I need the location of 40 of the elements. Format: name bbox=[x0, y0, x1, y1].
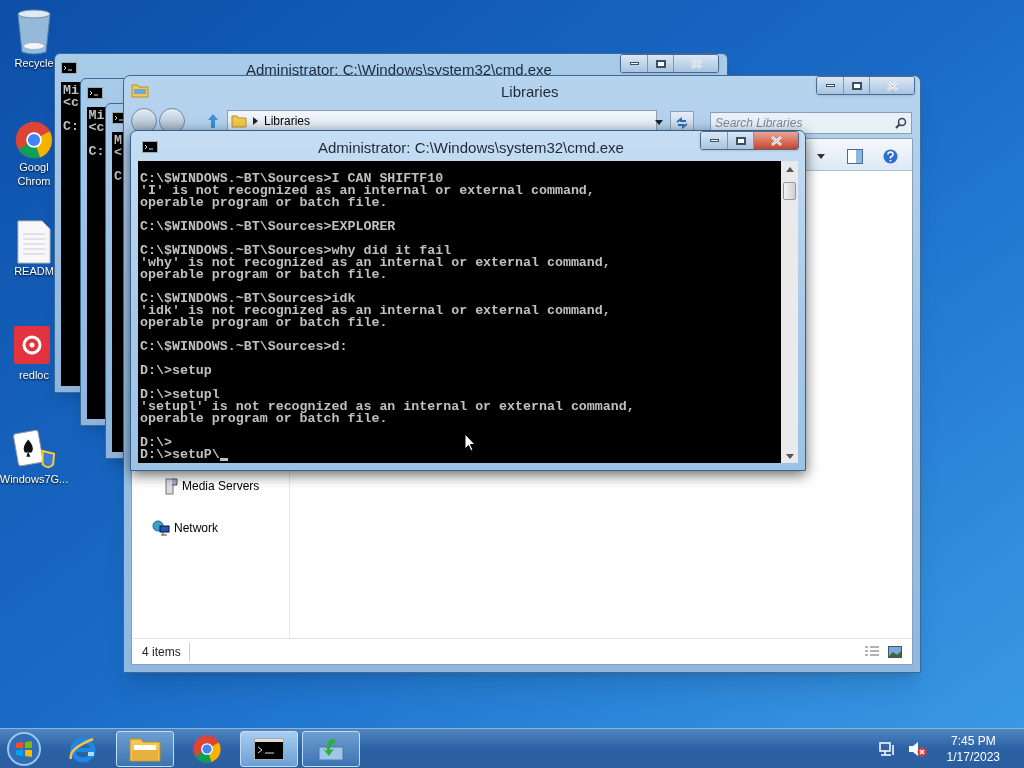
address-text: Libraries bbox=[264, 113, 311, 130]
console-line: C:\$WINDOWS.~BT\Sources>I CAN SHIFTF10 bbox=[140, 173, 444, 185]
console-line: Mi bbox=[88, 110, 105, 122]
window-title: Administrator: C:\Windows\system32\cmd.exe bbox=[246, 60, 552, 80]
navigation-item[interactable]: Network bbox=[174, 519, 218, 537]
console-line: Mi bbox=[63, 85, 79, 97]
console-line: C: bbox=[88, 146, 105, 158]
console-line: D:\> bbox=[140, 437, 172, 449]
console-line: C:\$WINDOWS.~BT\Sources>idk bbox=[140, 293, 356, 305]
console-line: < bbox=[114, 147, 122, 159]
console-line: C:\$WINDOWS.~BT\Sources>why did it fail bbox=[140, 245, 452, 257]
console-line: <c bbox=[88, 122, 105, 134]
console-line: D:\>setuP\ bbox=[140, 449, 220, 461]
address-bar[interactable]: Libraries bbox=[227, 110, 657, 132]
console-line: C: bbox=[63, 121, 79, 133]
clock[interactable]: 7:45 PM 1/17/2023 bbox=[946, 732, 1000, 765]
console-line: C:\$WINDOWS.~BT\Sources>EXPLORER bbox=[140, 221, 396, 233]
console-line: C bbox=[114, 171, 122, 183]
console-line: D:\>setup bbox=[140, 365, 212, 377]
desktop-icon-label[interactable]: Windows7G... bbox=[0, 472, 69, 486]
console-line: M bbox=[114, 135, 122, 147]
window-title: Administrator: C:\Windows\system32\cmd.exe bbox=[318, 138, 624, 158]
console-line: 'setupl' is not recognized as an internal or external command, bbox=[140, 401, 635, 413]
status-text: 4 items bbox=[142, 642, 190, 661]
desktop-icon-label[interactable]: redloc bbox=[19, 368, 49, 382]
console-line: operable program or batch file. bbox=[140, 269, 388, 281]
console-line: 'why' is not recognized as an internal or external command, bbox=[140, 257, 611, 269]
desktop-icon-label[interactable]: Recycle bbox=[14, 56, 54, 70]
navigation-item[interactable]: Media Servers bbox=[182, 477, 260, 495]
console-line: operable program or batch file. bbox=[140, 413, 388, 425]
console-line: 'I' is not recognized as an internal or external command, bbox=[140, 185, 595, 197]
desktop-icon-label[interactable]: READM bbox=[14, 264, 54, 278]
window-title: Libraries bbox=[501, 82, 559, 102]
console-line: C:\$WINDOWS.~BT\Sources>d: bbox=[140, 341, 348, 353]
console-line: <c bbox=[63, 97, 79, 109]
console-line: D:\>setupl bbox=[140, 389, 220, 401]
desktop-icon-label[interactable]: Googl Chrom bbox=[17, 160, 51, 188]
console-line: 'idk' is not recognized as an internal or external command, bbox=[140, 305, 611, 317]
console-line: operable program or batch file. bbox=[140, 197, 388, 209]
console-line: operable program or batch file. bbox=[140, 317, 388, 329]
